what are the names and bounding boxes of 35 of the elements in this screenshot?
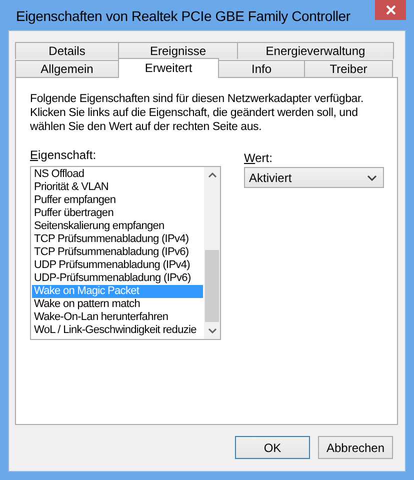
scrollbar[interactable] (204, 167, 220, 339)
scroll-down-icon[interactable] (208, 328, 216, 334)
window-title: Eigenschaften von Realtek PCIe GBE Family Controller (16, 8, 350, 24)
list-item[interactable]: UDP Prüfsummenabladung (IPv4) (32, 259, 203, 272)
value-label: Wert: (244, 151, 274, 165)
list-item[interactable]: TCP Prüfsummenabladung (IPv4) (32, 233, 203, 246)
description-text: Folgende Eigenschaften sind für diesen Netzwerkadapter verfügbar. (30, 92, 364, 106)
tab[interactable]: Ereignisse (118, 42, 238, 59)
list-item[interactable]: Wake-On-Lan herunterfahren (32, 311, 203, 324)
tab[interactable]: Erweitert (118, 58, 219, 78)
description-text: Klicken Sie links auf die Eigenschaft, die geändert werden soll, und (30, 106, 359, 120)
tab[interactable]: Energieverwaltung (237, 42, 394, 59)
list-item[interactable]: Puffer empfangen (32, 194, 203, 207)
description-text: wählen Sie den Wert auf der rechten Seite aus. (30, 120, 263, 134)
value-dropdown[interactable]: Aktiviert (244, 167, 384, 188)
list-item[interactable]: Seitenskalierung empfangen (32, 220, 203, 233)
dialog-button[interactable]: OK (235, 436, 310, 459)
property-label: Eigenschaft: (30, 148, 98, 162)
scroll-up-icon[interactable] (208, 172, 216, 178)
list-item[interactable]: WoL / Link-Geschwindigkeit reduzie (32, 324, 203, 337)
scrollbar-thumb[interactable] (205, 250, 219, 322)
close-button[interactable] (375, 0, 406, 20)
list-item[interactable]: UDP-Prüfsummenabladung (IPv6) (32, 272, 203, 285)
list-item[interactable]: Puffer übertragen (32, 207, 203, 220)
tab[interactable]: Treiber (304, 60, 393, 77)
list-item[interactable]: Wake on pattern match (32, 298, 203, 311)
close-icon (386, 5, 396, 15)
tab[interactable]: Details (15, 42, 119, 59)
chevron-down-icon (367, 174, 377, 180)
list-item[interactable]: TCP Prüfsummenabladung (IPv6) (32, 246, 203, 259)
tab[interactable]: Info (218, 60, 305, 77)
tab[interactable]: Allgemein (15, 60, 119, 77)
dialog-button[interactable]: Abbrechen (318, 436, 393, 459)
list-item[interactable]: NS Offload (32, 168, 203, 181)
list-item[interactable]: Priorität & VLAN (32, 181, 203, 194)
